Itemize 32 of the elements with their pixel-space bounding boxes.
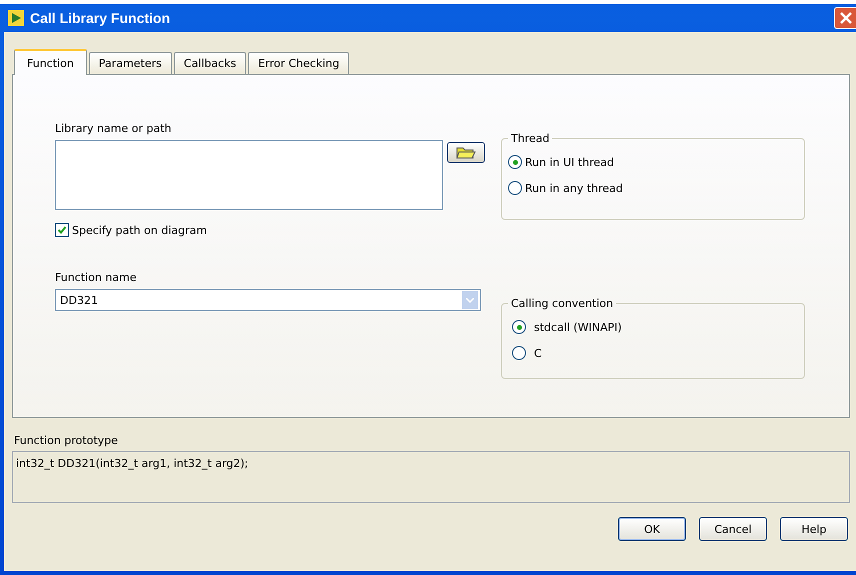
tab[interactable]: Function	[14, 49, 87, 75]
function-name-dropdown[interactable]: DD321	[55, 289, 481, 311]
radio-button[interactable]	[508, 155, 522, 169]
browse-button[interactable]	[446, 142, 485, 163]
dialog-button[interactable]: Cancel	[699, 517, 767, 541]
close-icon	[838, 11, 852, 25]
radio-option[interactable]: Run in any thread	[508, 175, 623, 201]
tab[interactable]: Parameters	[88, 52, 172, 74]
field-label: Function name	[55, 271, 138, 284]
dialog-button[interactable]: Help	[780, 517, 848, 541]
radio-option[interactable]: C	[508, 340, 542, 366]
prototype-field: int32_t DD321(int32_t arg1, int32_t arg2);	[12, 451, 850, 503]
tab[interactable]: Callbacks	[174, 52, 246, 74]
radio-option[interactable]: Run in UI thread	[508, 149, 614, 175]
radio-button[interactable]	[512, 320, 526, 334]
checkbox[interactable]	[55, 223, 69, 237]
field-label: Library name or path	[55, 122, 172, 135]
thread-group: Thread Run in UI thread Run in any thread	[501, 132, 805, 220]
field-label: Function prototype	[14, 434, 119, 447]
radio-option[interactable]: stdcall (WINAPI)	[508, 314, 622, 340]
library-path-field[interactable]	[55, 140, 443, 210]
tab[interactable]: Error Checking	[248, 52, 350, 74]
checkbox-label: Specify path on diagram	[72, 224, 207, 236]
radio-button[interactable]	[508, 181, 522, 195]
folder-icon	[456, 146, 476, 159]
close-button[interactable]	[834, 7, 856, 29]
calling-convention-group: Calling convention stdcall (WINAPI) C	[501, 297, 805, 379]
dialog-button[interactable]: OK	[618, 517, 686, 541]
chevron-down-icon	[466, 298, 474, 302]
radio-button[interactable]	[512, 346, 526, 360]
app-icon	[8, 10, 24, 26]
window-title: Call Library Function	[30, 10, 172, 26]
